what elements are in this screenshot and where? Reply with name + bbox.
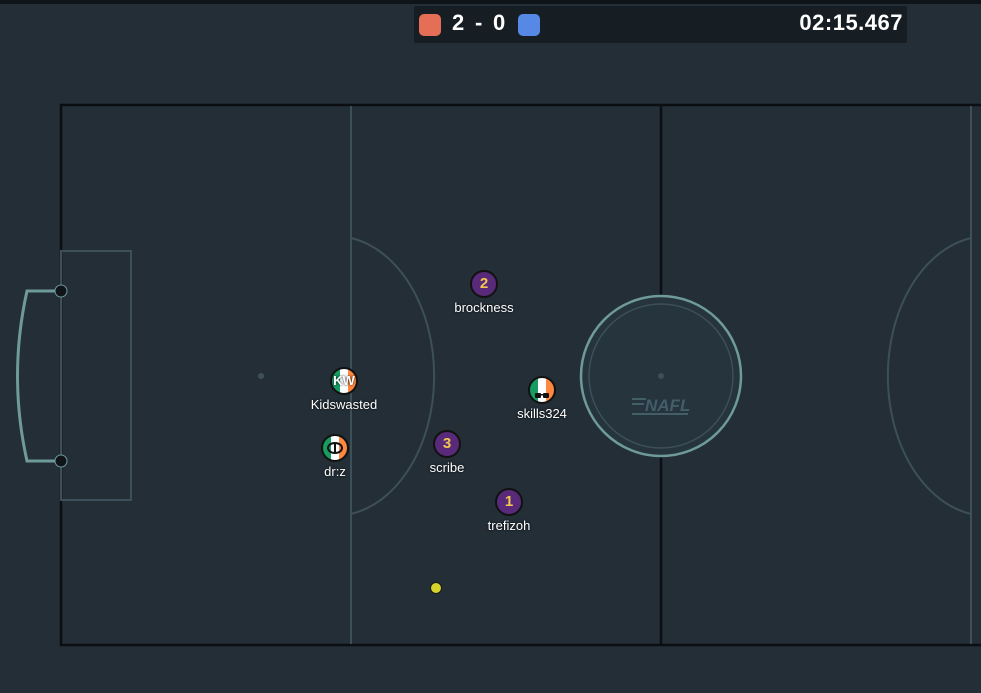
player-number: 3 [442, 435, 452, 452]
player-avatar: KW [333, 373, 355, 388]
sunglasses-icon [530, 387, 554, 402]
score-separator: - [475, 10, 483, 35]
red-team-chip [419, 14, 441, 36]
player-disc [321, 434, 349, 462]
ball [430, 582, 442, 594]
logo-text: NAFL [645, 396, 690, 415]
match-timer: 02:15.467 [799, 10, 903, 35]
player-trefizoh[interactable]: 1 trefizoh [449, 488, 569, 533]
player-name: skills324 [517, 406, 567, 421]
goal-net [16, 289, 61, 463]
player-name: Kidswasted [310, 397, 378, 412]
player-disc: 1 [495, 488, 523, 516]
player-brockness[interactable]: 2 brockness [424, 270, 544, 315]
player-number: 2 [479, 275, 489, 292]
player-disc [528, 376, 556, 404]
player-skills324[interactable]: skills324 [482, 376, 602, 421]
player-name: brockness [454, 300, 514, 315]
pitch-boundary [59, 103, 981, 647]
red-score: 2 [452, 10, 465, 35]
face-icon [323, 442, 347, 457]
penalty-spot [258, 373, 264, 379]
player-name: scribe [429, 460, 465, 475]
player-name: dr:z [324, 464, 346, 479]
center-spot [658, 373, 664, 379]
scoreboard: 2 - 0 02:15.467 [414, 6, 907, 43]
player-disc: KW [330, 367, 358, 395]
player-drz[interactable]: dr:z [275, 434, 395, 479]
blue-score: 0 [493, 10, 506, 35]
player-name: trefizoh [487, 518, 531, 533]
player-scribe[interactable]: 3 scribe [387, 430, 507, 475]
right-quarter-arc [886, 237, 972, 515]
penalty-box [60, 250, 132, 501]
player-disc: 3 [433, 430, 461, 458]
pitch: NAFL [16, 103, 981, 647]
player-kidswasted[interactable]: KW Kidswasted [284, 367, 404, 412]
blue-team-chip [518, 14, 540, 36]
goal-post-bottom [54, 454, 68, 468]
player-disc: 2 [470, 270, 498, 298]
player-number: 1 [504, 493, 514, 510]
goal-post-top [54, 284, 68, 298]
